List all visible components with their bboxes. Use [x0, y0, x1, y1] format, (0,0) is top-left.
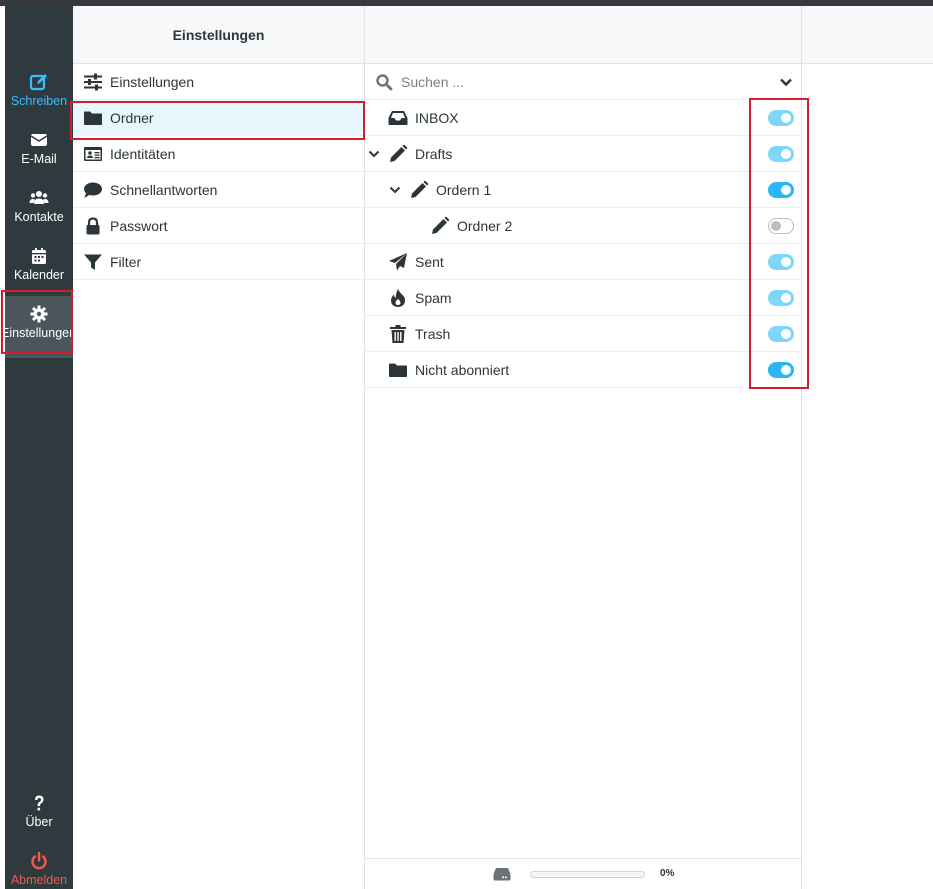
folder-row-ordern-1[interactable]: Ordern 1	[365, 172, 801, 208]
nav-compose-label: Schreiben	[10, 94, 68, 108]
quota-footer: 0%	[365, 858, 801, 889]
folder-name: Spam	[415, 289, 452, 306]
folder-name: Drafts	[415, 145, 453, 162]
folder-search[interactable]: Suchen ...	[365, 64, 801, 100]
folder-column-header	[365, 6, 801, 64]
folder-name: Sent	[415, 253, 444, 270]
nav-mail-label: E-Mail	[21, 152, 57, 166]
chevron-down-icon[interactable]	[389, 184, 401, 196]
settings-item-label: Identitäten	[110, 145, 176, 162]
inbox-icon	[388, 111, 408, 125]
envelope-icon	[30, 134, 48, 146]
folder-name: Nicht abonniert	[415, 361, 510, 378]
main-nav: Schreiben E-Mail Kontakte Kalender Einst…	[1, 6, 76, 889]
quota-percent: 0%	[660, 868, 675, 879]
lock-icon	[83, 216, 103, 235]
nav-about-label: Über	[25, 815, 53, 829]
fire-icon	[390, 289, 406, 307]
pencil-icon	[390, 144, 408, 162]
folder-name: Ordern 1	[436, 181, 492, 198]
settings-item-identities[interactable]: Identitäten	[73, 136, 364, 172]
chevron-down-icon[interactable]	[368, 148, 380, 160]
chevron-down-icon[interactable]	[779, 75, 793, 89]
highlight-settings-nav	[1, 290, 73, 354]
settings-item-label: Schnellantworten	[110, 181, 218, 198]
folder-name: Ordner 2	[457, 217, 513, 234]
nav-mail[interactable]: E-Mail	[5, 130, 73, 166]
highlight-folders-item	[70, 101, 365, 140]
folder-row-sent[interactable]: Sent	[365, 244, 801, 280]
content-column	[802, 6, 933, 889]
folder-row-spam[interactable]: Spam	[365, 280, 801, 316]
settings-item-preferences[interactable]: Einstellungen	[73, 64, 364, 100]
nav-about[interactable]: Über	[5, 793, 73, 829]
settings-item-responses[interactable]: Schnellantworten	[73, 172, 364, 208]
nav-logout-label: Abmelden	[10, 873, 68, 887]
nav-calendar[interactable]: Kalender	[5, 246, 73, 282]
settings-item-label: Filter	[110, 253, 142, 270]
settings-item-password[interactable]: Passwort	[73, 208, 364, 244]
comment-icon	[83, 181, 103, 199]
nav-contacts-label: Kontakte	[14, 210, 64, 224]
compose-icon	[29, 74, 47, 91]
sliders-icon	[83, 73, 103, 91]
content-column-header	[802, 6, 933, 64]
paper-plane-icon	[389, 253, 407, 271]
highlight-toggles	[749, 98, 809, 389]
nav-compose[interactable]: Schreiben	[5, 72, 73, 108]
folder-row-trash[interactable]: Trash	[365, 316, 801, 352]
folder-row-nicht-abonniert[interactable]: Nicht abonniert	[365, 352, 801, 388]
folder-name: Trash	[415, 325, 451, 342]
search-icon	[376, 73, 393, 90]
question-icon	[35, 795, 44, 811]
nav-contacts[interactable]: Kontakte	[5, 188, 73, 224]
settings-item-label: Einstellungen	[110, 73, 195, 90]
settings-column-title: Einstellungen	[73, 6, 364, 64]
power-icon	[31, 851, 47, 870]
settings-item-label: Passwort	[110, 217, 168, 234]
users-icon	[29, 191, 49, 204]
folder-name: INBOX	[415, 109, 459, 126]
pencil-icon	[432, 216, 450, 234]
folder-column: Suchen ... INBOX Drafts Ordern 1 Ordner …	[365, 6, 802, 889]
hard-drive-icon	[493, 868, 511, 881]
nav-logout[interactable]: Abmelden	[5, 851, 73, 887]
folder-row-ordner-2[interactable]: Ordner 2	[365, 208, 801, 244]
folder-icon	[389, 363, 407, 377]
folder-row-inbox[interactable]: INBOX	[365, 100, 801, 136]
search-input[interactable]: Suchen ...	[401, 74, 779, 90]
settings-item-filter[interactable]: Filter	[73, 244, 364, 280]
folder-row-drafts[interactable]: Drafts	[365, 136, 801, 172]
calendar-icon	[32, 248, 46, 264]
trash-icon	[390, 325, 406, 343]
nav-calendar-label: Kalender	[13, 268, 65, 282]
pencil-icon	[411, 180, 429, 198]
id-card-icon	[83, 145, 103, 163]
filter-icon	[83, 253, 103, 271]
quota-bar	[530, 871, 645, 878]
